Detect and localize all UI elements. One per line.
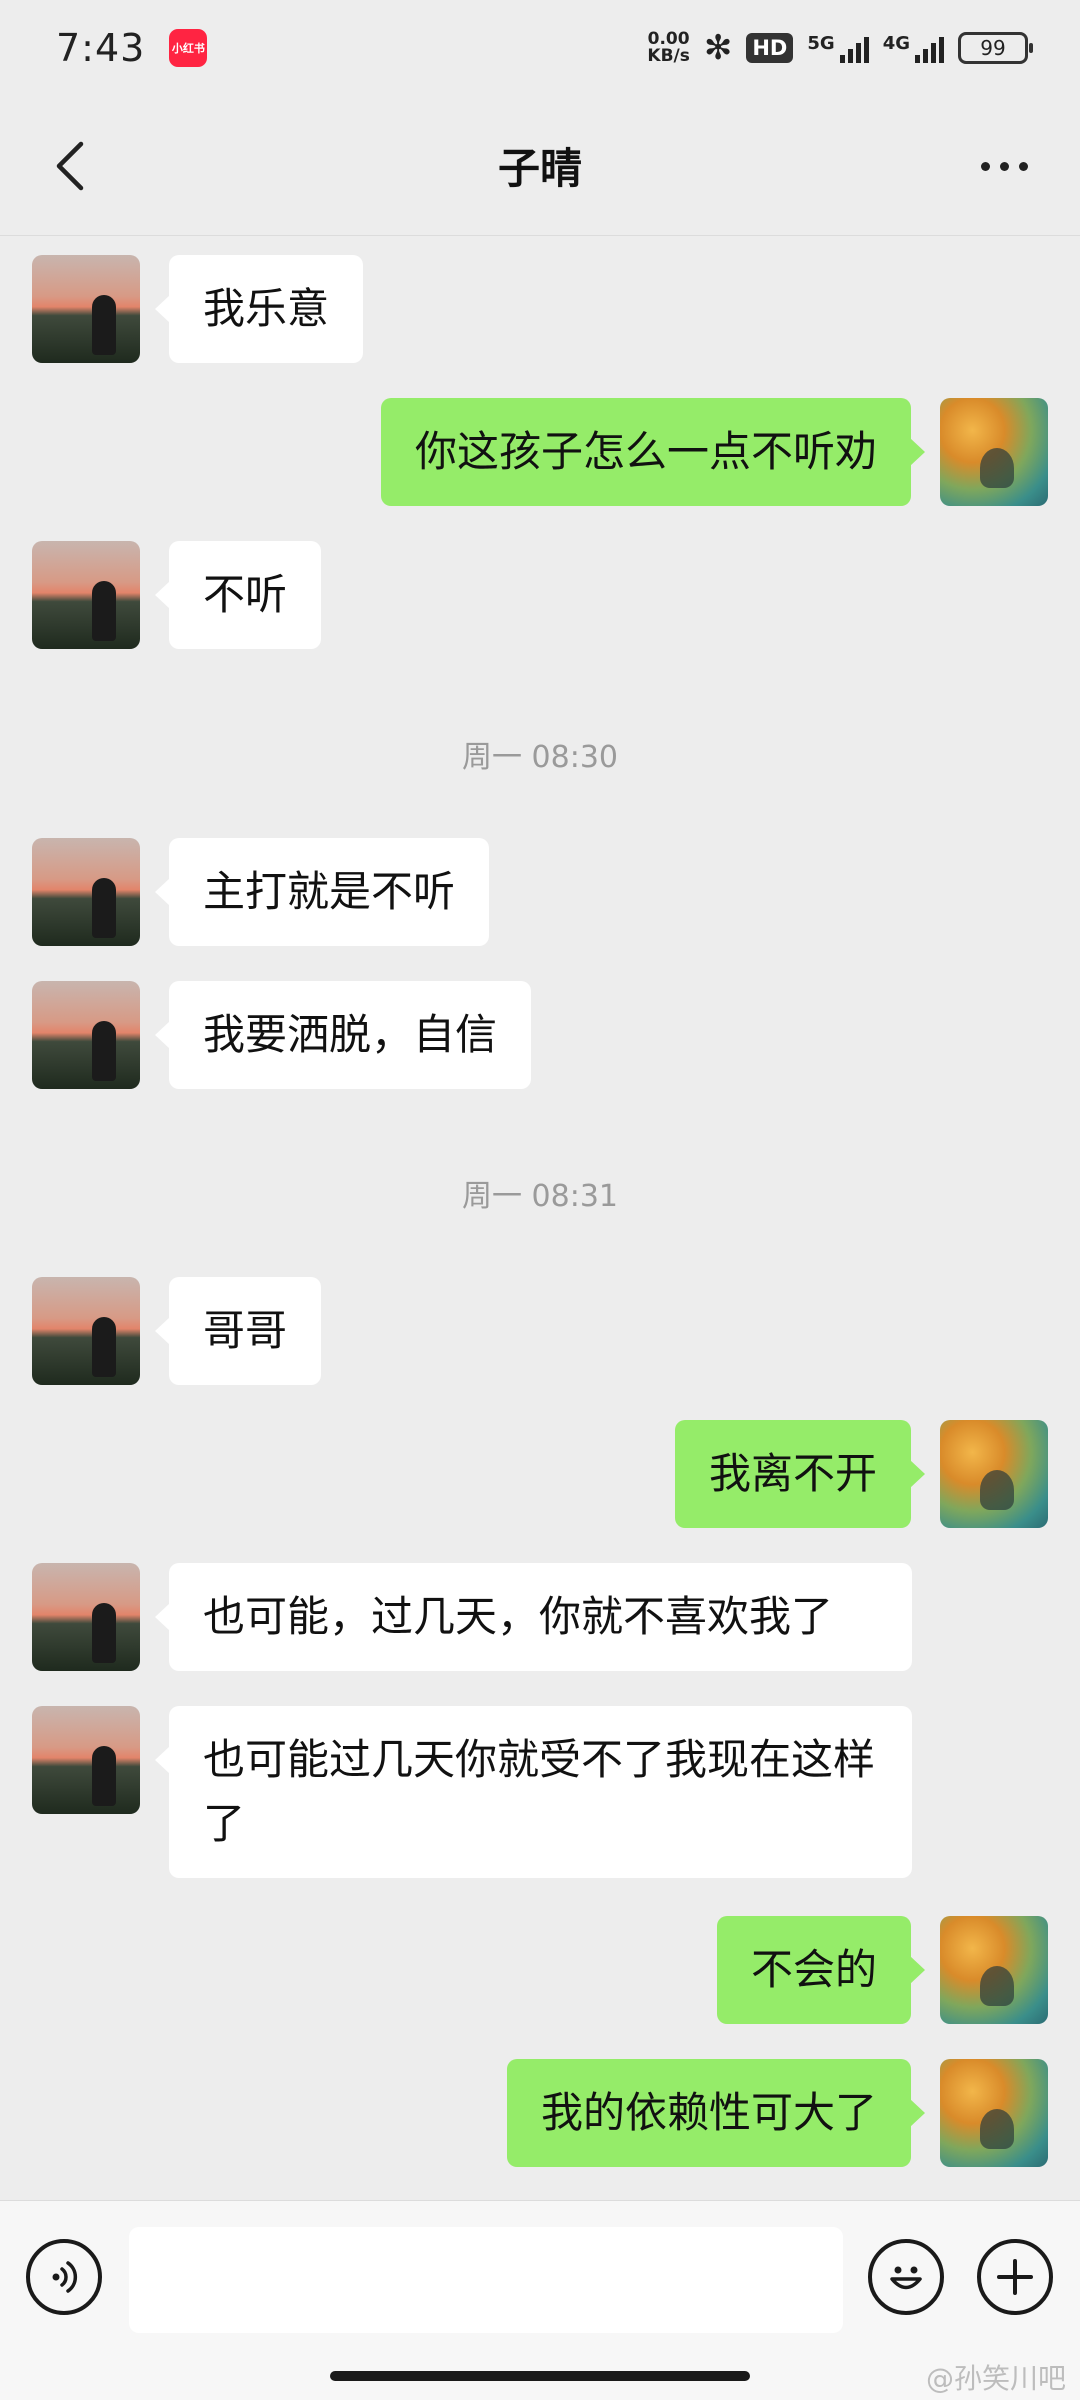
contact-avatar[interactable] [32, 838, 140, 946]
message-bubble-received[interactable]: 我要洒脱，自信 [154, 981, 532, 1089]
voice-icon [52, 2261, 78, 2293]
plus-icon [997, 2259, 1033, 2295]
battery-level: 99 [980, 36, 1006, 60]
more-options-button[interactable] [964, 136, 1044, 196]
chat-input-bar: @孙笑川吧 [0, 2200, 1080, 2400]
message-bubble-received[interactable]: 哥哥 [154, 1277, 322, 1385]
signal-4g-icon: 4G [883, 33, 944, 63]
contact-avatar[interactable] [32, 541, 140, 649]
message-bubble-received[interactable]: 主打就是不听 [154, 838, 490, 946]
message-bubble-received[interactable]: 不听 [154, 541, 322, 649]
voice-input-button[interactable] [26, 2239, 102, 2315]
message-list[interactable]: 我乐意 你这孩子怎么一点不听劝 不听 周一 08:30 主打就是不听 我要洒脱，… [0, 236, 1080, 2200]
message-bubble-sent[interactable]: 你这孩子怎么一点不听劝 [380, 398, 926, 506]
smiley-icon [890, 2266, 922, 2290]
contact-avatar[interactable] [32, 255, 140, 363]
status-bar: 7:43 小红书 0.00 KB/s ✻ HD 5G 4G 99 [0, 0, 1080, 96]
contact-avatar[interactable] [32, 981, 140, 1089]
own-avatar[interactable] [940, 2059, 1048, 2167]
network-speed: 0.00 KB/s [647, 29, 690, 66]
chat-title: 子晴 [497, 144, 582, 193]
contact-avatar[interactable] [32, 1706, 140, 1814]
message-bubble-received[interactable]: 也可能过几天你就受不了我现在这样了 [155, 1706, 912, 1878]
xiaohongshu-app-icon: 小红书 [169, 29, 208, 67]
own-avatar[interactable] [940, 1420, 1048, 1528]
bluetooth-icon: ✻ [703, 28, 733, 68]
message-bubble-sent[interactable]: 我的依赖性可大了 [506, 2059, 926, 2167]
signal-5g-icon: 5G [807, 33, 869, 63]
back-button[interactable] [40, 136, 100, 196]
message-bubble-sent[interactable]: 不会的 [716, 1916, 926, 2024]
contact-avatar[interactable] [32, 1563, 140, 1671]
home-indicator[interactable] [330, 2371, 750, 2381]
message-input[interactable] [129, 2227, 843, 2333]
emoji-button[interactable] [868, 2239, 944, 2315]
message-timestamp: 周一 08:30 [462, 740, 618, 775]
own-avatar[interactable] [940, 1916, 1048, 2024]
message-bubble-sent[interactable]: 我离不开 [674, 1420, 926, 1528]
battery-icon: 99 [958, 32, 1033, 64]
own-avatar[interactable] [940, 398, 1048, 506]
chat-header: 子晴 [0, 96, 1080, 236]
status-time: 7:43 [56, 26, 146, 70]
message-timestamp: 周一 08:31 [462, 1179, 618, 1214]
hd-voice-icon: HD [746, 33, 794, 63]
more-dots-icon [980, 161, 990, 171]
contact-avatar[interactable] [32, 1277, 140, 1385]
message-bubble-received[interactable]: 我乐意 [154, 255, 364, 363]
message-bubble-received[interactable]: 也可能，过几天，你就不喜欢我了 [155, 1563, 912, 1671]
watermark: @孙笑川吧 [925, 2362, 1066, 2395]
more-functions-button[interactable] [977, 2239, 1053, 2315]
chevron-left-icon [56, 141, 84, 191]
